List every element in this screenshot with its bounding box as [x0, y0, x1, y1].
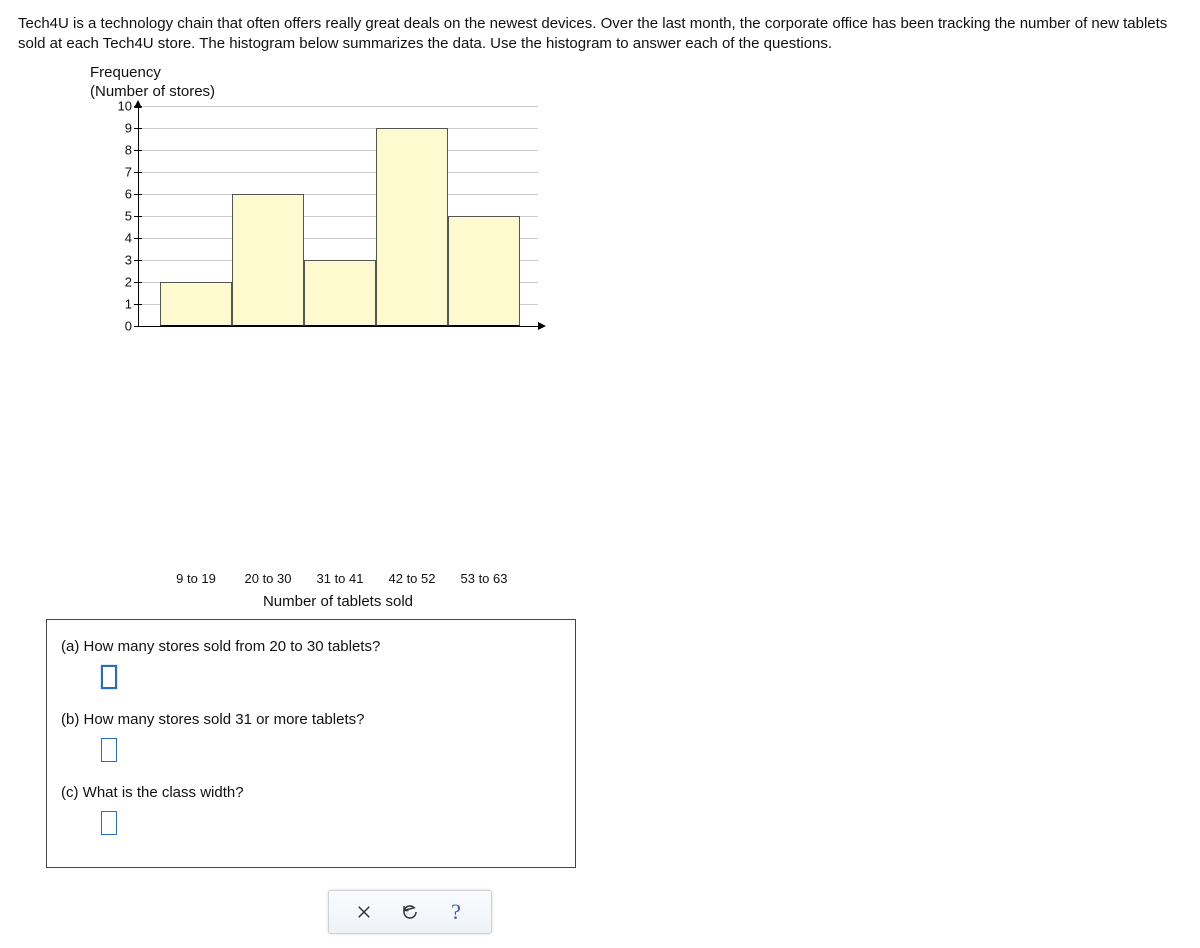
reset-button[interactable] [399, 901, 421, 923]
help-icon: ? [451, 899, 461, 925]
y-axis-title: Frequency (Number of stores) [90, 63, 1182, 102]
bar [448, 216, 520, 326]
bar [160, 282, 232, 326]
question-a-text: (a) How many stores sold from 20 to 30 t… [61, 638, 380, 655]
y-tick-label: 1 [125, 296, 132, 311]
question-c: (c) What is the class width? [47, 772, 575, 845]
x-category-label: 42 to 52 [376, 571, 448, 586]
y-tick-label: 7 [125, 164, 132, 179]
bar [376, 128, 448, 326]
x-axis-line [138, 326, 538, 327]
y-tick-label: 3 [125, 252, 132, 267]
y-tick-label: 9 [125, 120, 132, 135]
action-toolbar: ? [328, 890, 492, 934]
reset-icon [401, 903, 419, 921]
answer-input-c[interactable] [101, 811, 117, 835]
y-axis-title-line2: (Number of stores) [90, 83, 215, 100]
y-tick-label: 10 [118, 98, 132, 113]
y-tick-label: 4 [125, 230, 132, 245]
y-tick-label: 0 [125, 318, 132, 333]
help-button[interactable]: ? [445, 901, 467, 923]
answer-input-b[interactable] [101, 738, 117, 762]
y-axis-title-line1: Frequency [90, 64, 161, 81]
x-axis-title: Number of tablets sold [238, 593, 438, 610]
problem-intro-text: Tech4U is a technology chain that often … [18, 14, 1178, 55]
y-tick-label: 8 [125, 142, 132, 157]
close-icon [355, 903, 373, 921]
close-button[interactable] [353, 901, 375, 923]
questions-panel: (a) How many stores sold from 20 to 30 t… [46, 619, 576, 868]
question-b-text: (b) How many stores sold 31 or more tabl… [61, 711, 364, 728]
y-tick-label: 2 [125, 274, 132, 289]
y-tick-label: 5 [125, 208, 132, 223]
bar [232, 194, 304, 326]
x-axis-arrow [538, 322, 546, 330]
histogram-chart: Frequency (Number of stores) 0 1 2 3 4 5 6 7 8 9 1… [68, 63, 1182, 591]
question-a: (a) How many stores sold from 20 to 30 t… [47, 626, 575, 699]
x-axis-category-labels: Number of tablets sold 9 to 1920 to 3031… [138, 571, 538, 591]
y-tick-label: 6 [125, 186, 132, 201]
x-category-label: 9 to 19 [160, 571, 232, 586]
question-c-text: (c) What is the class width? [61, 784, 244, 801]
x-category-label: 20 to 30 [232, 571, 304, 586]
x-category-label: 53 to 63 [448, 571, 520, 586]
question-b: (b) How many stores sold 31 or more tabl… [47, 699, 575, 772]
chart-bars [138, 106, 538, 326]
answer-input-a[interactable] [101, 665, 117, 689]
bar [304, 260, 376, 326]
x-category-label: 31 to 41 [304, 571, 376, 586]
